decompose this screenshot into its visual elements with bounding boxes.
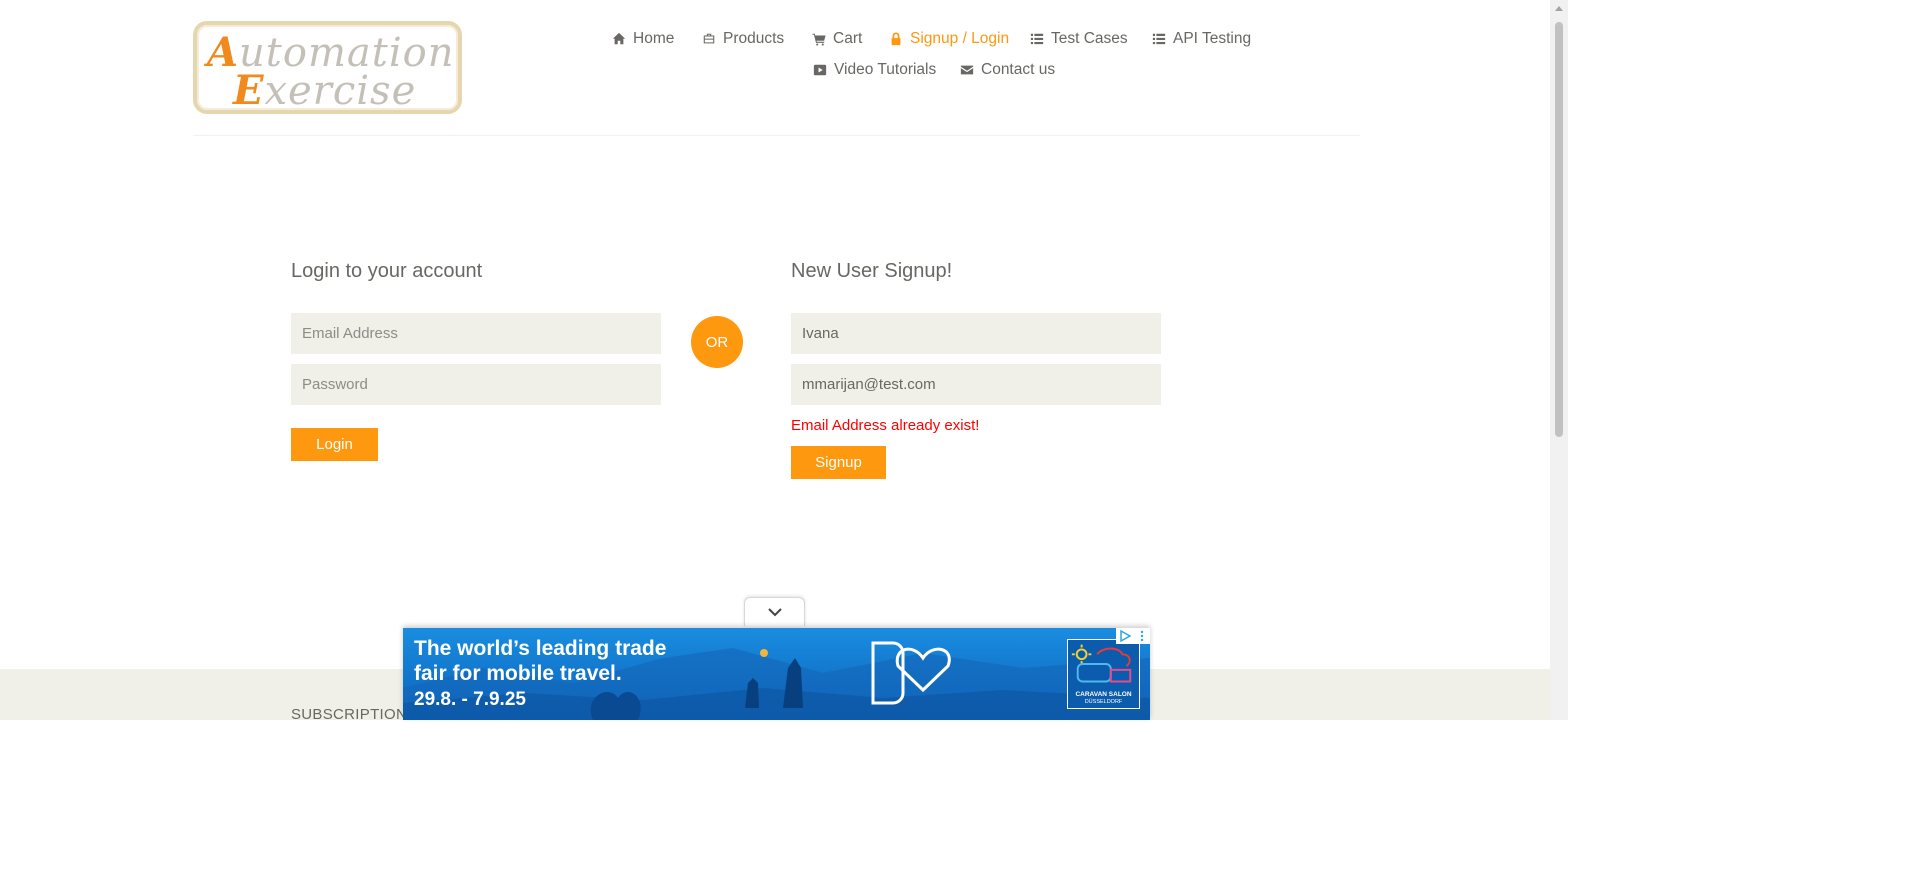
nav-contact-us-label: Contact us (981, 61, 1056, 78)
nav-products-label: Products (723, 30, 785, 47)
nav-api-testing-label: API Testing (1173, 30, 1252, 47)
adchoices-play-icon (1119, 630, 1131, 642)
login-password-placeholder: Password (302, 376, 368, 393)
login-form-title: Login to your account (291, 260, 483, 282)
nav-test-cases[interactable]: Test Cases (1030, 30, 1128, 48)
page: Automation Exercise Home Products Cart S… (0, 0, 1568, 723)
nav-cart-label: Cart (833, 30, 863, 47)
envelope-icon (960, 65, 974, 75)
nav-cart[interactable]: Cart (812, 30, 862, 48)
signup-email-input[interactable]: mmarijan@test.com (791, 364, 1161, 405)
nav-contact-us[interactable]: Contact us (960, 61, 1055, 79)
ad-banner[interactable]: The world’s leading trade fair for mobil… (403, 628, 1150, 720)
signup-button[interactable]: Signup (791, 446, 886, 479)
ad-brand-logo: CARAVAN SALON DÜSSELDORF (1067, 639, 1140, 709)
login-email-input[interactable]: Email Address (291, 313, 661, 354)
logo-line-2: Exercise (233, 67, 417, 114)
list-icon (1152, 33, 1166, 45)
ad-choices[interactable] (1116, 628, 1150, 644)
nav-home[interactable]: Home (612, 30, 674, 48)
cart-icon (812, 33, 826, 46)
home-icon (612, 32, 626, 45)
chevron-down-icon (767, 608, 782, 617)
youtube-play-icon (813, 64, 827, 76)
ad-headline-line-1: The world’s leading trade (414, 637, 667, 660)
list-icon (1030, 33, 1044, 45)
ad-headline: The world’s leading trade fair for mobil… (414, 636, 666, 686)
header-divider (193, 135, 1360, 136)
ad-dates: 29.8. - 7.9.25 (414, 689, 526, 710)
signup-form-title: New User Signup! (791, 260, 953, 282)
signup-name-input[interactable]: Ivana (791, 313, 1161, 354)
nav-signup-login-label: Signup / Login (910, 30, 1010, 47)
more-vertical-icon (1140, 630, 1143, 642)
caravan-salon-logo-art (1071, 644, 1132, 683)
or-badge: OR (691, 316, 743, 368)
nav-home-label: Home (633, 30, 675, 47)
site-logo[interactable]: Automation Exercise (193, 21, 462, 114)
nav-products[interactable]: Products (702, 30, 784, 48)
footer-subscription-heading: SUBSCRIPTION (291, 706, 408, 723)
vertical-scrollbar[interactable] (1550, 0, 1568, 720)
nav-video-tutorials-label: Video Tutorials (834, 61, 937, 78)
ad-brand-line-2: DÜSSELDORF (1084, 699, 1123, 705)
login-email-placeholder: Email Address (302, 325, 398, 342)
scrollbar-thumb[interactable] (1555, 22, 1563, 437)
lock-icon (891, 32, 901, 46)
ad-brand-line-1: CARAVAN SALON (1075, 691, 1132, 698)
nav-video-tutorials[interactable]: Video Tutorials (813, 61, 936, 79)
signup-error-message: Email Address already exist! (791, 417, 980, 434)
login-password-input[interactable]: Password (291, 364, 661, 405)
nav-test-cases-label: Test Cases (1051, 30, 1128, 47)
signup-name-value: Ivana (802, 325, 839, 342)
login-button[interactable]: Login (291, 428, 378, 461)
ad-headline-line-2: fair for mobile travel. (414, 662, 622, 685)
ad-collapse-button[interactable] (744, 597, 805, 626)
scroll-up-arrow-icon[interactable] (1555, 6, 1563, 11)
nav-signup-login[interactable]: Signup / Login (889, 30, 1009, 48)
nav-api-testing[interactable]: API Testing (1152, 30, 1251, 48)
signup-email-value: mmarijan@test.com (802, 376, 936, 393)
briefcase-icon (703, 33, 715, 44)
